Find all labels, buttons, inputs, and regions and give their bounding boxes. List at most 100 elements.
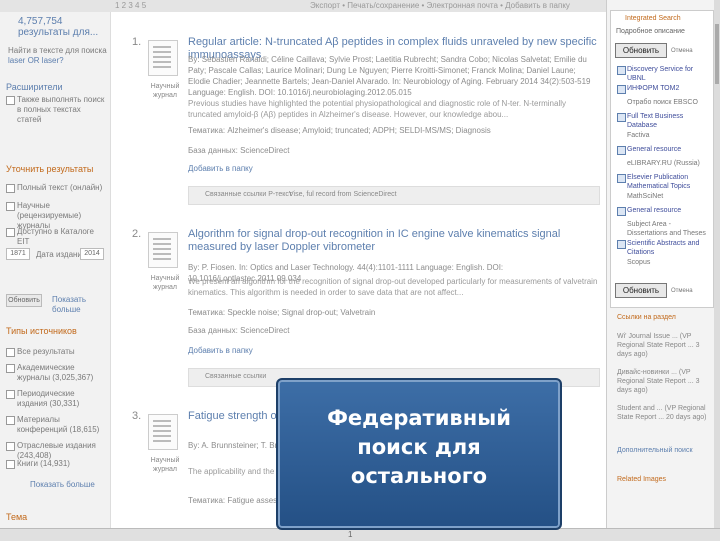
result-tools[interactable]: Экспорт • Печать/сохранение • Электронна… [310, 1, 570, 10]
source-checkbox[interactable] [6, 390, 15, 399]
source-option-label[interactable]: Subject Area - Dissertations and Theses [627, 220, 711, 238]
source-checkbox[interactable] [6, 348, 15, 357]
source-option-label[interactable]: ИНФОРМ ТОМ2 [627, 84, 711, 93]
source-option-label[interactable]: Full Text Business Database [627, 112, 711, 130]
refresh-button-top[interactable]: Обновить [615, 43, 667, 58]
side-link-item[interactable]: Student and ... (VP Regional State Repor… [617, 404, 711, 422]
result-authors: By: Sébastien Ranaldi; Céline Caillava; … [188, 55, 591, 97]
filter-label: Доступно в Каталоге EIT [17, 227, 94, 246]
view-record-link[interactable]: Vise, ful record from ScienceDirect [289, 191, 397, 198]
integrated-search-box: Integrated Search Подробное описание Обн… [610, 10, 714, 308]
source-option-checkbox[interactable] [617, 66, 626, 75]
side-link-item[interactable]: Wi' Journal Issue ... (VP Regional State… [617, 332, 711, 359]
source-option-label[interactable]: General resource [627, 145, 711, 154]
result-count: 4,757,754 результаты для... [18, 16, 99, 38]
show-more-link-2[interactable]: Показать больше [30, 480, 95, 490]
date-label: Дата издания [36, 250, 87, 259]
source-option-checkbox[interactable] [617, 240, 626, 249]
show-more-link[interactable]: Показать больше [52, 295, 110, 315]
source-option-label[interactable]: Elsevier Publication Mathematical Topics [627, 173, 711, 191]
filter-label: Полный текст (онлайн) [17, 183, 103, 192]
source-option-checkbox[interactable] [617, 85, 626, 94]
source-types-heading: Типы источников [6, 326, 77, 336]
refine-heading: Уточнить результаты [6, 164, 94, 174]
journal-thumbnail[interactable] [148, 414, 178, 450]
result-item: 2. Научный журнал Algorithm for signal d… [118, 228, 606, 394]
pagination[interactable]: 1 2 3 4 5 [115, 1, 146, 10]
expanders-heading: Расширители [6, 82, 63, 92]
right-panel: Integrated Search Подробное описание Обн… [606, 0, 715, 528]
source-option-label[interactable]: Scopus [627, 258, 711, 267]
source-checkbox[interactable] [6, 442, 15, 451]
result-type: Научный журнал [150, 83, 180, 99]
related-images-heading: Related Images [617, 476, 667, 483]
detail-link[interactable]: Подробное описание [616, 28, 685, 35]
result-abstract: We present an algorithm for the recognit… [188, 277, 598, 297]
source-checkbox[interactable] [6, 416, 15, 425]
add-to-folder-link[interactable]: Добавить в папку [188, 164, 253, 173]
source-checkbox[interactable] [6, 460, 15, 469]
caption-line: поиск для [357, 435, 481, 459]
date-to-input[interactable]: 2014 [80, 248, 104, 260]
left-sidebar: 4,757,754 результаты для... Найти в текс… [0, 12, 111, 532]
source-option-label[interactable]: Отрабо поиск EBSCO [627, 98, 711, 107]
result-subjects: Тематика: Speckle noise; Signal drop-out… [188, 308, 376, 317]
result-number: 2. [132, 228, 142, 240]
source-option-label[interactable]: MathSciNet [627, 192, 711, 201]
expander-label: Также выполнять поиск в полных текстах с… [17, 95, 105, 124]
add-to-folder-link[interactable]: Добавить в папку [188, 346, 253, 355]
related-links-link[interactable]: Связанные ссылки [205, 373, 266, 380]
update-button[interactable]: Обновить [6, 294, 42, 307]
more-search-link[interactable]: Дополнительный поиск [617, 446, 711, 455]
cancel-link-top[interactable]: Отмена [671, 48, 693, 54]
caption-line: остального [350, 464, 488, 488]
filter-checkbox[interactable] [6, 184, 15, 193]
topic-heading: Тема [6, 512, 28, 522]
source-option-label[interactable]: Factiva [627, 131, 711, 140]
source-option-label[interactable]: eLIBRARY.RU (Russia) [627, 159, 711, 168]
source-option-checkbox[interactable] [617, 207, 626, 216]
journal-thumbnail[interactable] [148, 232, 178, 268]
caption-overlay: Федеративный поиск для остального [276, 378, 562, 530]
cancel-link-bottom[interactable]: Отмена [671, 288, 693, 294]
filter-checkbox[interactable] [6, 228, 15, 237]
source-label: Академические журналы (3,025,367) [17, 363, 94, 382]
result-database: База данных: ScienceDirect [188, 146, 290, 155]
page-number: 1 [348, 530, 353, 539]
source-option-label[interactable]: Scientific Abstracts and Citations [627, 239, 711, 257]
result-number: 1. [132, 36, 142, 48]
caption-line: Федеративный [327, 406, 511, 430]
results-header-bar: 1 2 3 4 5 Экспорт • Печать/сохранение • … [0, 0, 606, 12]
result-type: Научный журнал [150, 457, 180, 473]
source-label: Материалы конференций (18,615) [17, 415, 100, 434]
result-abstract: Previous studies have highlighted the po… [188, 99, 566, 119]
search-note: Найти в тексте для поиска [8, 46, 107, 55]
source-option-checkbox[interactable] [617, 174, 626, 183]
refresh-button-bottom[interactable]: Обновить [615, 283, 667, 298]
result-actions: Связанные ссылки Р-текст Vise, ful recor… [188, 186, 600, 205]
source-checkbox[interactable] [6, 364, 15, 373]
result-database: База данных: ScienceDirect [188, 326, 290, 335]
result-subjects: Тематика: Alzheimer's disease; Amyloid; … [188, 126, 491, 135]
query-link[interactable]: laser OR laser? [8, 56, 64, 66]
side-links-heading: Ссылки на раздел [617, 314, 676, 321]
source-option-label[interactable]: General resource [627, 206, 711, 215]
result-title[interactable]: Algorithm for signal drop-out recognitio… [188, 228, 598, 254]
source-label: Все результаты [17, 347, 75, 356]
related-links-link[interactable]: Связанные ссылки Р-текст [205, 191, 292, 198]
expander-checkbox[interactable] [6, 96, 15, 105]
filter-checkbox[interactable] [6, 202, 15, 211]
caption-text: Федеративный поиск для остального [278, 404, 560, 491]
integrated-search-title: Integrated Search [625, 15, 681, 22]
side-link-item[interactable]: Дивайс-новинки ... (VP Regional State Re… [617, 368, 711, 395]
source-label: Периодические издания (30,331) [17, 389, 80, 408]
date-from-input[interactable]: 1871 [6, 248, 30, 260]
result-number: 3. [132, 410, 142, 422]
source-option-checkbox[interactable] [617, 113, 626, 122]
result-item: 1. Научный журнал Regular article: N-tru… [118, 36, 606, 226]
source-option-checkbox[interactable] [617, 146, 626, 155]
source-option-label[interactable]: Discovery Service for UBNL [627, 65, 711, 83]
scrollbar-thumb[interactable] [715, 24, 719, 84]
result-type: Научный журнал [150, 275, 180, 291]
journal-thumbnail[interactable] [148, 40, 178, 76]
